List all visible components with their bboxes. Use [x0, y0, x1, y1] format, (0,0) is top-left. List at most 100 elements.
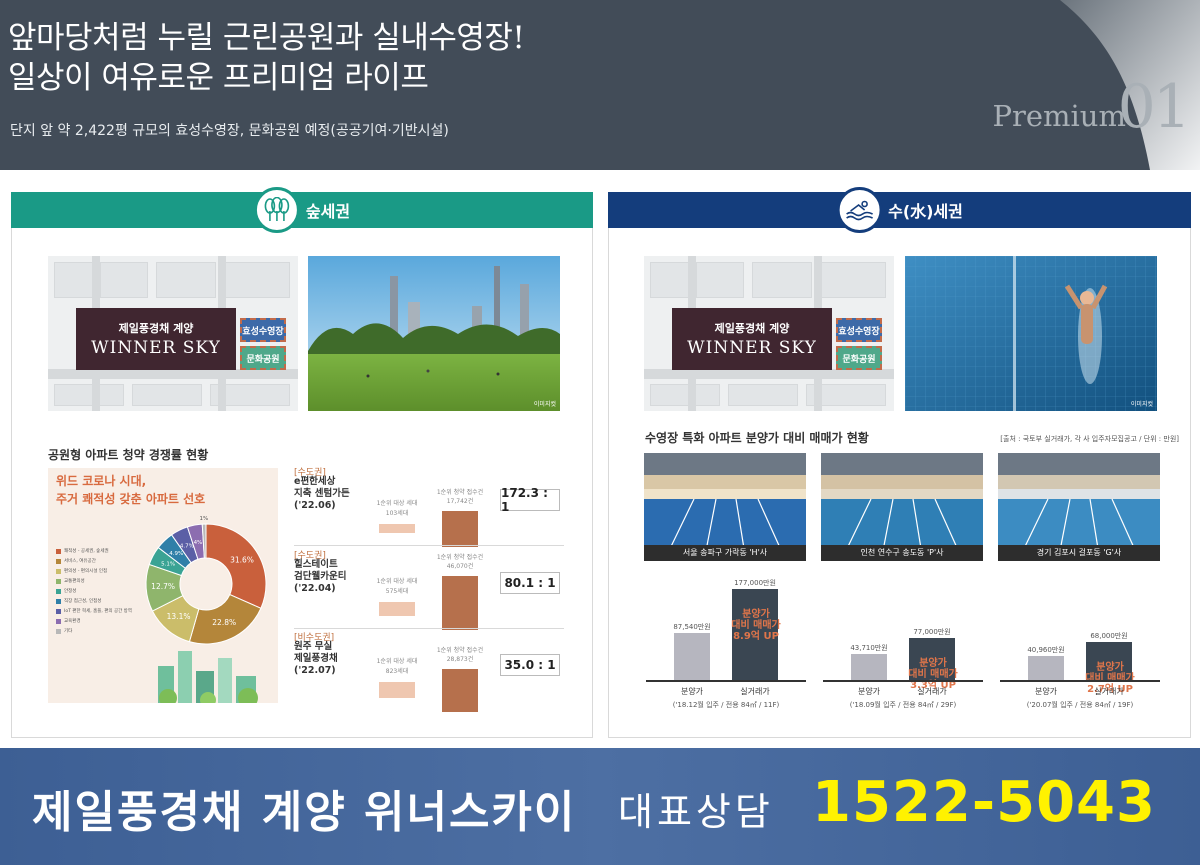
- legend-item: 안정성: [56, 586, 132, 596]
- application-caption: 1순위 청약 접수건: [436, 647, 484, 655]
- park-photo: 이미지컷: [308, 256, 560, 411]
- price-increase-line: 대비 매매가: [908, 668, 958, 680]
- pie-heading: 위드 코로나 시대, 주거 쾌적성 갖춘 아파트 선호: [56, 472, 205, 508]
- legend-item: IoT 편한 혁세, 홈플, 편의 공간 방역: [56, 606, 132, 616]
- presale-axis-label: 분양가: [680, 687, 704, 696]
- complex-name-line: 지축 센텀가든: [294, 488, 350, 499]
- complex-name-line: 검단웰카운티: [294, 571, 347, 582]
- forest-panel-title: 숲세권: [305, 202, 351, 221]
- page-headline: 앞마당처럼 누릴 근린공원과 실내수영장! 일상이 여유로운 프리미엄 라이프: [8, 18, 525, 98]
- forest-panel: 숲세권 제일풍경채 계양 WINNER SKY 효성수영장 문화공원 이미지컷 …: [11, 187, 593, 738]
- application-bar: [442, 511, 478, 547]
- legend-item: 교통편의성: [56, 576, 132, 586]
- application-caption: 1순위 청약 접수건: [436, 554, 484, 561]
- trade-value: 68,000만원: [1090, 632, 1128, 641]
- city-illustration: [158, 651, 258, 703]
- headline-line-1: 앞마당처럼 누릴 근린공원과 실내수영장!: [8, 20, 525, 56]
- site-brand: WINNER SKY: [687, 338, 817, 358]
- phone-number[interactable]: 1522-5043: [812, 770, 1156, 835]
- presale-axis-label: 분양가: [1034, 687, 1058, 696]
- legend-swatch: [56, 558, 61, 564]
- map-block: [752, 262, 812, 298]
- legend-swatch: [56, 548, 61, 554]
- donut-slice-label: 4.9%: [169, 551, 183, 557]
- price-increase-line: 분양가: [919, 657, 947, 669]
- donut-slice-label: 13.1%: [167, 612, 191, 621]
- legend-item: 직장 접근성, 인접성: [56, 596, 132, 606]
- pie-heading-line-2: 주거 쾌적성 갖춘 아파트 선호: [56, 492, 206, 506]
- chart-baseline: [1000, 680, 1160, 682]
- complex-name-line: e편한세상: [294, 476, 336, 487]
- pool-tag: 효성수영장: [240, 318, 286, 342]
- legend-swatch: [56, 568, 61, 574]
- application-value: 46,070건: [446, 563, 474, 570]
- complex-name-line: 제일풍경채: [294, 653, 338, 664]
- map-block: [54, 262, 94, 298]
- unit-note: ('18.09월 입주 / 전용 84㎡ / 29F): [849, 701, 957, 709]
- park-tag: 문화공원: [240, 346, 286, 370]
- presale-bar: [1028, 655, 1064, 680]
- site-name: 제일풍경채 계양: [714, 322, 790, 335]
- site-name: 제일풍경채 계양: [118, 322, 194, 335]
- legend-swatch: [56, 618, 61, 624]
- legend-label: 교통편의성: [64, 579, 85, 584]
- map-block: [132, 384, 202, 406]
- application-bar: [442, 576, 478, 630]
- price-increase-line: 분양가: [742, 608, 770, 620]
- pool-caption: 인천 연수구 송도동 'P'사: [821, 545, 983, 561]
- legend-label: 기타: [64, 629, 73, 634]
- pool-tag: 효성수영장: [836, 318, 882, 342]
- legend-swatch: [56, 588, 61, 594]
- legend-label: 교육환경: [64, 619, 81, 624]
- contact-footer: 제일풍경채 계양 위너스카이 대표상담 1522-5043: [0, 748, 1200, 865]
- supply-value: 823세대: [385, 668, 409, 675]
- supply-value: 103세대: [385, 509, 409, 517]
- forest-panel-header: 숲세권: [11, 187, 593, 233]
- map-block: [650, 384, 720, 406]
- legend-label: IoT 편한 혁세, 홈플, 편의 공간 방역: [64, 609, 132, 614]
- water-panel-title: 수(水)세권: [888, 202, 963, 221]
- legend-label: 안정성: [64, 589, 77, 594]
- complex-name-line: ('22.04): [294, 583, 336, 594]
- map-block: [696, 262, 744, 298]
- application-value: 17,742건: [446, 498, 474, 506]
- complex-name-line: ('22.07): [294, 665, 336, 676]
- competition-ratio: 80.1 : 1: [500, 572, 560, 594]
- legend-label: 쾌적성 - 공세권, 숲세권: [64, 549, 109, 554]
- presale-bar: [674, 632, 710, 680]
- water-panel: 수(水)세권 제일풍경채 계양 WINNER SKY 효성수영장 문화공원 이미…: [608, 187, 1191, 738]
- application-value: 28,873건: [446, 656, 474, 664]
- chart-baseline: [823, 680, 983, 682]
- map-block: [650, 262, 690, 298]
- legend-item: 기타: [56, 626, 132, 636]
- photo-credit: 이미지컷: [533, 401, 556, 408]
- water-badge: 수(水)세권: [836, 187, 963, 233]
- water-panel-header: 수(水)세권: [608, 187, 1191, 233]
- legend-swatch: [56, 608, 61, 614]
- legend-label: 직장 접근성, 인접성: [64, 599, 102, 604]
- donut-slice-label: 12.7%: [151, 582, 175, 591]
- donut-slice-label: 4%: [194, 540, 203, 546]
- pie-heading-line-1: 위드 코로나 시대,: [56, 474, 147, 488]
- trade-axis-label: 실거래가: [740, 687, 770, 696]
- competition-title: 공원형 아파트 청약 경쟁률 현황: [48, 448, 209, 462]
- price-increase-line: 대비 매매가: [1085, 673, 1135, 685]
- chart-baseline: [646, 680, 806, 682]
- map-block: [54, 384, 124, 406]
- price-comparison: 87,540만원 177,000만원 분양가 대비 매매가 8.9억 UP 분양가 실거래가…: [646, 579, 806, 723]
- map-block: [820, 262, 886, 298]
- complex-name: 원주 무실 제일풍경채 ('22.07): [294, 641, 338, 677]
- donut-slice-label: 31.6%: [230, 556, 254, 565]
- price-comparison: 43,710만원 77,000만원 분양가 대비 매매가 3.3억 UP 분양가 실거래가(…: [823, 583, 983, 723]
- donut-slice-label: 5.1%: [161, 562, 175, 568]
- supply-value: 575세대: [385, 588, 409, 596]
- trade-value: 77,000만원: [913, 627, 951, 636]
- map-block: [100, 262, 148, 298]
- supply-bar: [379, 523, 415, 533]
- trade-value: 177,000만원: [734, 578, 776, 587]
- donut-slice-label: 1%: [200, 516, 209, 522]
- trade-axis-label: 실거래가: [917, 687, 947, 696]
- complex-name: e편한세상 지축 센텀가든 ('22.06): [294, 476, 350, 512]
- map-block: [728, 384, 798, 406]
- page-subtitle: 단지 앞 약 2,422평 규모의 효성수영장, 문화공원 예정(공공기여·기반…: [10, 123, 449, 139]
